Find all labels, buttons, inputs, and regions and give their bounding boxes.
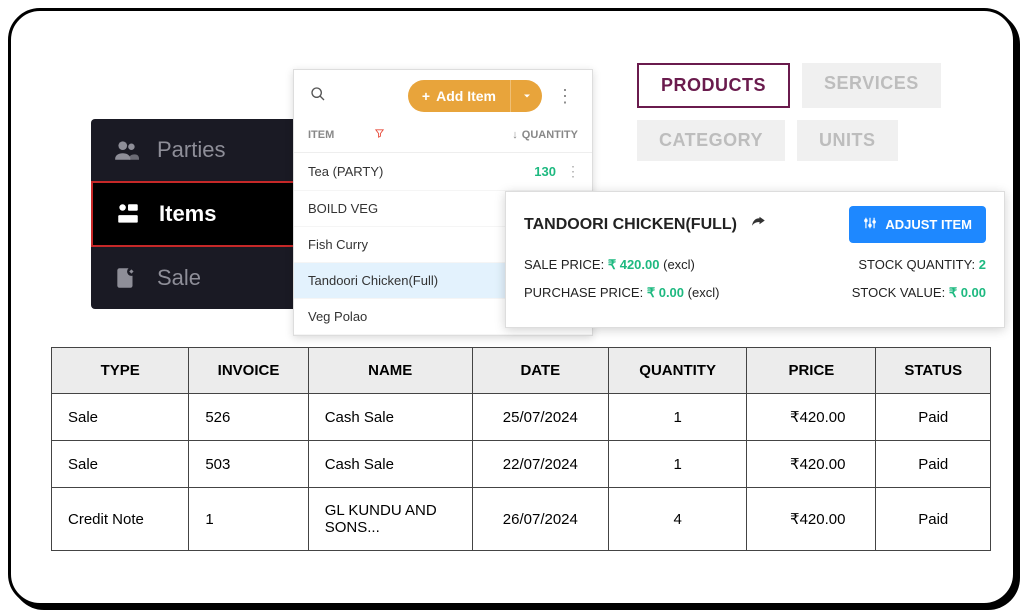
item-name: BOILD VEG	[308, 201, 378, 216]
cell-status: Paid	[876, 488, 991, 551]
type-tabs: PRODUCTS SERVICES CATEGORY UNITS	[637, 63, 997, 161]
th-type[interactable]: TYPE	[52, 348, 189, 394]
cell-name: GL KUNDU AND SONS...	[308, 488, 472, 551]
cell-date: 26/07/2024	[472, 488, 608, 551]
item-qty: 130	[534, 164, 556, 179]
add-item-label: Add Item	[436, 88, 496, 104]
purchase-price-label: PURCHASE PRICE:	[524, 285, 643, 300]
cell-status: Paid	[876, 441, 991, 488]
tab-category[interactable]: CATEGORY	[637, 120, 785, 161]
add-item-main[interactable]: + Add Item	[408, 88, 510, 104]
cell-invoice: 1	[189, 488, 308, 551]
share-icon[interactable]	[749, 213, 767, 236]
item-name: Fish Curry	[308, 237, 368, 252]
cell-invoice: 526	[189, 394, 308, 441]
items-icon	[115, 201, 141, 227]
cell-date: 25/07/2024	[472, 394, 608, 441]
table-row[interactable]: Credit Note 1 GL KUNDU AND SONS... 26/07…	[52, 488, 991, 551]
table-row[interactable]: Sale 503 Cash Sale 22/07/2024 1 ₹420.00 …	[52, 441, 991, 488]
item-detail-panel: TANDOORI CHICKEN(FULL) ADJUST ITEM SALE …	[505, 191, 1005, 328]
sale-price-suffix: (excl)	[663, 257, 695, 272]
stock-qty-label: STOCK QUANTITY:	[858, 257, 975, 272]
sort-icon[interactable]: ↓	[512, 129, 518, 141]
tab-units[interactable]: UNITS	[797, 120, 898, 161]
table-header-row: TYPE INVOICE NAME DATE QUANTITY PRICE ST…	[52, 348, 991, 394]
tab-products[interactable]: PRODUCTS	[637, 63, 790, 108]
th-invoice[interactable]: INVOICE	[189, 348, 308, 394]
filter-icon[interactable]	[374, 128, 385, 142]
people-icon	[113, 137, 139, 163]
app-frame: Parties Items Sale + Add Item	[8, 8, 1016, 606]
item-detail-title: TANDOORI CHICKEN(FULL)	[524, 216, 737, 234]
th-status[interactable]: STATUS	[876, 348, 991, 394]
item-header-item[interactable]: ITEM	[308, 129, 334, 141]
cell-qty: 1	[608, 441, 746, 488]
plus-icon: +	[422, 88, 430, 104]
cell-invoice: 503	[189, 441, 308, 488]
sidebar-item-label: Parties	[157, 137, 225, 163]
stock-value-label: STOCK VALUE:	[852, 285, 945, 300]
cell-status: Paid	[876, 394, 991, 441]
add-item-button[interactable]: + Add Item	[408, 80, 542, 112]
cell-qty: 4	[608, 488, 746, 551]
row-more-icon[interactable]: ⋮	[566, 163, 578, 180]
cell-name: Cash Sale	[308, 441, 472, 488]
purchase-price-value: ₹ 0.00	[647, 285, 684, 300]
cell-price: ₹420.00	[747, 394, 876, 441]
item-row[interactable]: Tea (PARTY) 130 ⋮	[294, 153, 592, 191]
sale-price-value: ₹ 420.00	[608, 257, 660, 272]
cell-name: Cash Sale	[308, 394, 472, 441]
add-item-dropdown[interactable]	[510, 80, 542, 112]
cell-type: Credit Note	[52, 488, 189, 551]
sale-icon	[113, 265, 139, 291]
sidebar-item-label: Items	[159, 201, 216, 227]
cell-type: Sale	[52, 394, 189, 441]
item-panel-toolbar: + Add Item ⋮	[294, 70, 592, 122]
th-quantity[interactable]: QUANTITY	[608, 348, 746, 394]
cell-date: 22/07/2024	[472, 441, 608, 488]
table-row[interactable]: Sale 526 Cash Sale 25/07/2024 1 ₹420.00 …	[52, 394, 991, 441]
search-icon[interactable]	[306, 86, 330, 107]
purchase-price-suffix: (excl)	[688, 285, 720, 300]
tab-services[interactable]: SERVICES	[802, 63, 941, 108]
item-list-headers: ITEM ↓ QUANTITY	[294, 122, 592, 153]
item-name: Veg Polao	[308, 309, 367, 324]
th-price[interactable]: PRICE	[747, 348, 876, 394]
adjust-label: ADJUST ITEM	[885, 217, 972, 232]
cell-price: ₹420.00	[747, 441, 876, 488]
sliders-icon	[863, 216, 877, 233]
stock-value-value: ₹ 0.00	[949, 285, 986, 300]
cell-price: ₹420.00	[747, 488, 876, 551]
transactions-table: TYPE INVOICE NAME DATE QUANTITY PRICE ST…	[51, 347, 991, 551]
cell-qty: 1	[608, 394, 746, 441]
item-header-qty[interactable]: QUANTITY	[522, 129, 578, 141]
th-name[interactable]: NAME	[308, 348, 472, 394]
sale-price-label: SALE PRICE:	[524, 257, 604, 272]
cell-type: Sale	[52, 441, 189, 488]
item-name: Tea (PARTY)	[308, 164, 383, 179]
sidebar-item-label: Sale	[157, 265, 201, 291]
adjust-item-button[interactable]: ADJUST ITEM	[849, 206, 986, 243]
more-icon[interactable]: ⋮	[550, 86, 580, 107]
stock-qty-value: 2	[979, 257, 986, 272]
th-date[interactable]: DATE	[472, 348, 608, 394]
item-name: Tandoori Chicken(Full)	[308, 273, 438, 288]
